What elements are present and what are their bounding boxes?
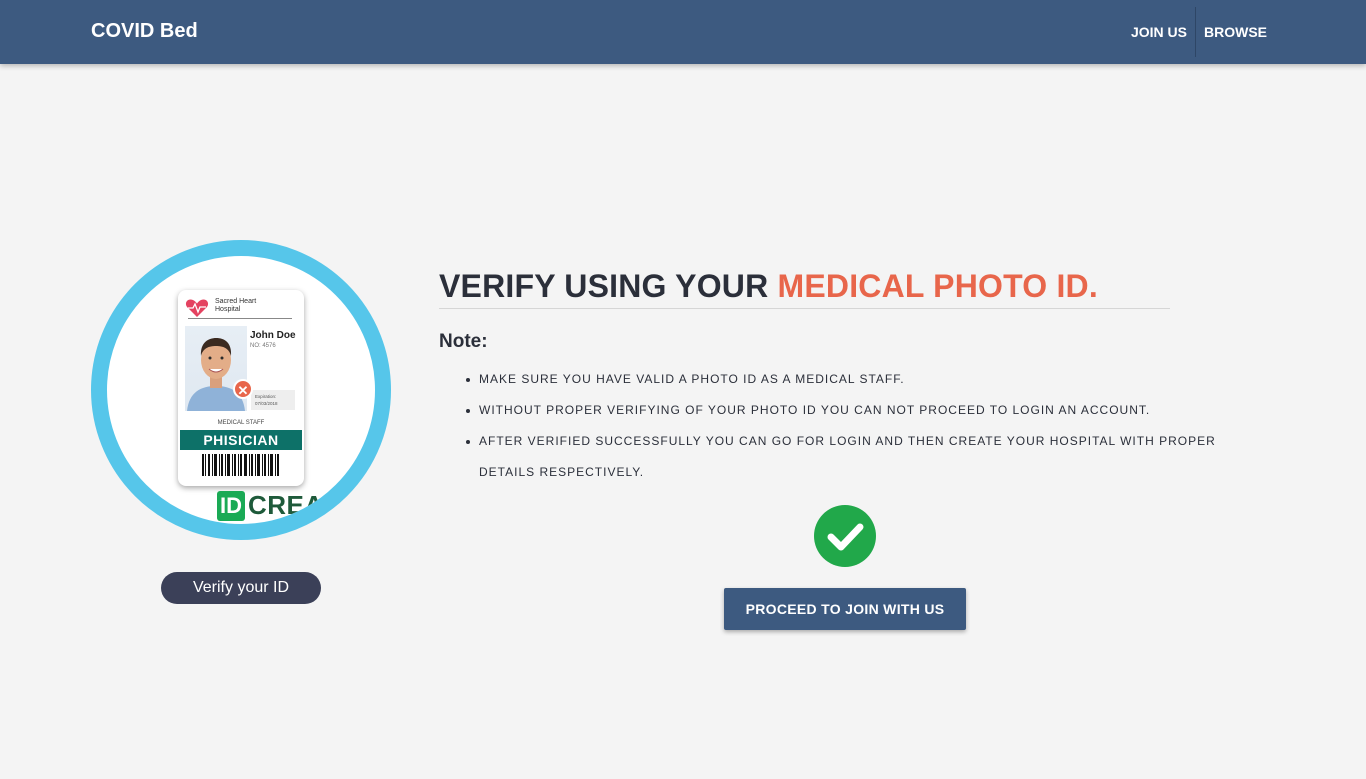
idcrea-watermark-box: ID	[217, 490, 245, 521]
heart-logo-icon	[185, 299, 209, 317]
list-item: AFTER VERIFIED SUCCESSFULLY YOU CAN GO F…	[466, 426, 1239, 488]
card-person-name: John Doe	[250, 330, 296, 341]
card-number: NO: 4576	[250, 343, 276, 349]
idcrea-watermark-text: CREA	[248, 490, 324, 520]
top-navbar: COVID Bed JOIN US BROWSE	[0, 0, 1366, 64]
card-photo	[185, 326, 247, 411]
person-portrait-icon	[187, 338, 245, 411]
page-title-prefix: VERIFY USING YOUR	[439, 268, 778, 304]
verify-id-button[interactable]: Verify your ID	[161, 572, 321, 604]
barcode-icon	[202, 454, 279, 476]
proceed-join-button[interactable]: PROCEED TO JOIN WITH US	[724, 588, 966, 630]
notes-list: MAKE SURE YOU HAVE VALID A PHOTO ID AS A…	[466, 364, 1239, 488]
x-circle-icon: ✕	[233, 379, 253, 399]
sample-id-card: Sacred Heart Hospital John Doe NO: 4576 …	[178, 290, 304, 486]
card-divider	[188, 318, 292, 319]
page-title: VERIFY USING YOUR MEDICAL PHOTO ID.	[439, 268, 1170, 309]
page-title-accent: MEDICAL PHOTO ID.	[777, 268, 1098, 304]
list-item: MAKE SURE YOU HAVE VALID A PHOTO ID AS A…	[466, 364, 1239, 395]
card-expiration-label: Expiration:	[255, 394, 277, 399]
idcrea-watermark: ID CREA	[217, 490, 324, 521]
id-card-illustration: Sacred Heart Hospital John Doe NO: 4576 …	[91, 240, 391, 540]
card-expiration: Expiration: 07/03/2018	[251, 390, 295, 410]
card-role-band: PHISICIAN	[180, 430, 302, 450]
list-item: WITHOUT PROPER VERIFYING OF YOUR PHOTO I…	[466, 395, 1239, 426]
brand-title[interactable]: COVID Bed	[91, 20, 198, 43]
check-circle-icon	[814, 505, 876, 567]
note-label: Note:	[439, 331, 488, 352]
card-expiration-date: 07/03/2018	[255, 401, 278, 406]
nav-links: JOIN US BROWSE	[1123, 0, 1275, 64]
nav-browse-link[interactable]: BROWSE	[1196, 8, 1275, 56]
nav-join-us-link[interactable]: JOIN US	[1123, 8, 1195, 56]
card-hospital-name: Sacred Heart Hospital	[215, 298, 257, 313]
card-staff-label: MEDICAL STAFF	[217, 420, 265, 426]
